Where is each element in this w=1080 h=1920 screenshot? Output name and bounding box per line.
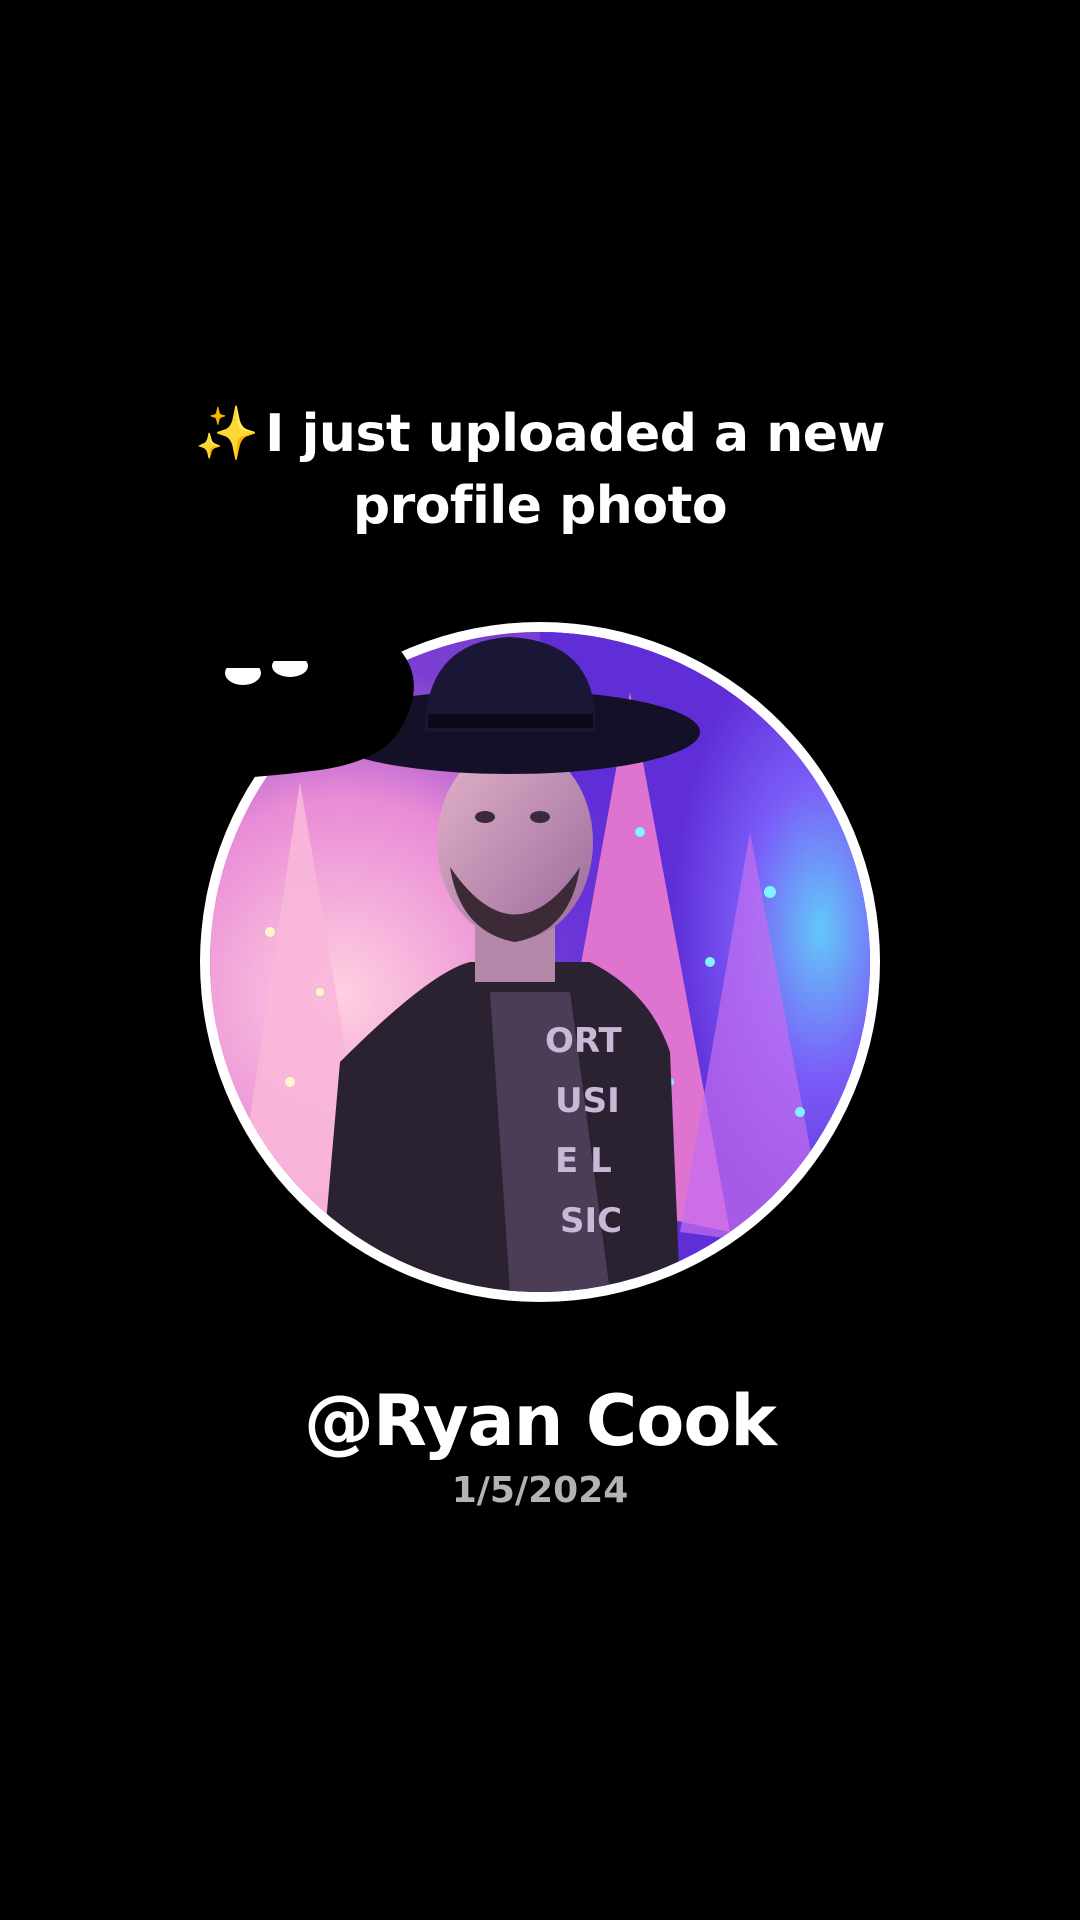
headline-line-2: profile photo [352, 476, 728, 536]
svg-text:ORT: ORT [545, 1021, 623, 1061]
svg-text:SIC: SIC [560, 1201, 622, 1241]
peeking-character-icon [200, 632, 414, 780]
headline: ✨ I just uploaded a new profile photo [0, 398, 1080, 542]
svg-text:E L: E L [555, 1141, 612, 1181]
sparkles-icon: ✨ [194, 404, 260, 464]
screen: ✨ I just uploaded a new profile photo OR… [0, 0, 1080, 1920]
upload-date: 1/5/2024 [451, 1470, 629, 1511]
headline-line-1: I just uploaded a new [265, 404, 886, 464]
svg-text:USI: USI [555, 1081, 620, 1121]
username[interactable]: @Ryan Cook [0, 1378, 1080, 1464]
